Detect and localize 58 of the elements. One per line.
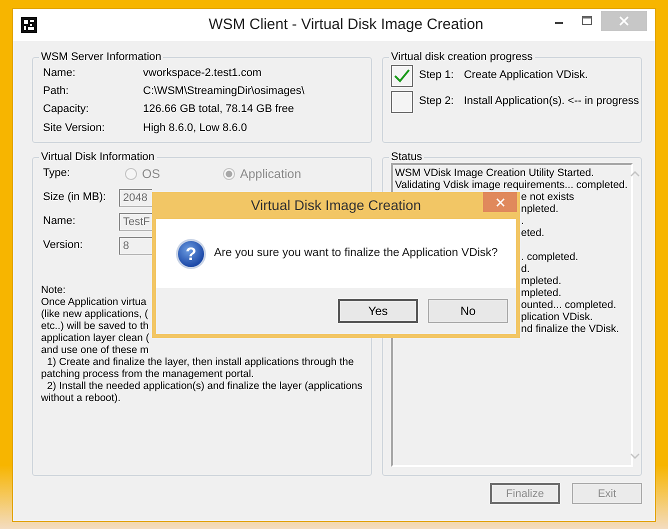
- note-text: Once Application virtua: [41, 297, 146, 309]
- log-line: ounted... completed.: [521, 299, 616, 311]
- note-text: etc..) will be saved to th: [41, 321, 149, 333]
- field-label: Name:: [43, 215, 76, 229]
- option-label: OS: [142, 166, 160, 182]
- field-label: Capacity:: [43, 103, 90, 117]
- log-line: e not exists: [521, 191, 574, 203]
- note-text: without a reboot).: [41, 393, 121, 405]
- step-text: Create Application VDisk.: [464, 69, 588, 83]
- dialog-message: Are you sure you want to finalize the Application VDisk?: [214, 246, 498, 260]
- maximize-icon: [582, 16, 592, 26]
- group-title: Virtual disk creation progress: [390, 51, 534, 63]
- log-line: mpleted.: [521, 287, 562, 299]
- step-label: Step 2:: [419, 95, 454, 109]
- scroll-up-icon[interactable]: [630, 171, 640, 177]
- dialog-button[interactable]: No: [428, 299, 508, 323]
- log-line: WSM VDisk Image Creation Utility Started.: [395, 167, 594, 179]
- field-value: vworkspace-2.test1.com: [143, 67, 263, 80]
- log-line: plication VDisk.: [521, 311, 593, 323]
- log-line: mpleted.: [521, 275, 562, 287]
- group-title: Virtual Disk Information: [40, 151, 156, 163]
- app-icon: [21, 17, 37, 33]
- close-icon: [496, 198, 504, 206]
- field-label: Name:: [43, 67, 76, 80]
- step-text: Install Application(s). <-- in progress: [464, 95, 640, 109]
- group-title: WSM Server Information: [40, 51, 162, 63]
- note-text: and use one of these m: [41, 345, 149, 357]
- field-value: 126.66 GB total, 78.14 GB free: [143, 103, 296, 117]
- field-label: Path:: [43, 85, 70, 98]
- dialog-button[interactable]: Yes: [338, 299, 418, 323]
- log-line: .: [521, 215, 524, 227]
- log-line: . completed.: [521, 251, 578, 263]
- log-line: eted.: [521, 227, 544, 239]
- field-label: Type:: [43, 167, 71, 181]
- question-icon: ?: [176, 238, 206, 268]
- close-icon: [619, 16, 629, 26]
- log-line: npleted.: [521, 203, 558, 215]
- scroll-down-icon[interactable]: [630, 453, 640, 459]
- close-button[interactable]: [483, 192, 517, 212]
- field-value: High 8.6.0, Low 8.6.0: [143, 122, 248, 135]
- field-value: C:\WSM\StreamingDir\osimages\: [143, 85, 304, 98]
- dialog-title: Virtual Disk Image Creation: [250, 197, 422, 214]
- log-line: Validating Vdisk image requirements... completed.: [395, 179, 628, 191]
- option-label: Application: [240, 166, 302, 182]
- log-line: nd finalize the VDisk.: [521, 323, 620, 335]
- note-text: Note:: [41, 285, 66, 297]
- note-text: (like new applications, (: [41, 309, 148, 321]
- field-label: Site Version:: [43, 122, 106, 135]
- field-label: Size (in MB):: [43, 191, 107, 205]
- step-label: Step 1:: [419, 69, 454, 83]
- group-title: Status: [390, 151, 424, 163]
- field-label: Version:: [43, 239, 84, 253]
- note-text: application layer clean (: [41, 333, 150, 345]
- note-text: 2) Install the needed application(s) and finalize the layer (applications: [46, 381, 362, 393]
- window-title: WSM Client - Virtual Disk Image Creation: [208, 16, 484, 34]
- note-text: 1) Create and finalize the layer, then install applications through the: [46, 357, 354, 369]
- log-line: d.: [521, 263, 530, 275]
- note-text: patching process from the management portal.: [41, 369, 254, 381]
